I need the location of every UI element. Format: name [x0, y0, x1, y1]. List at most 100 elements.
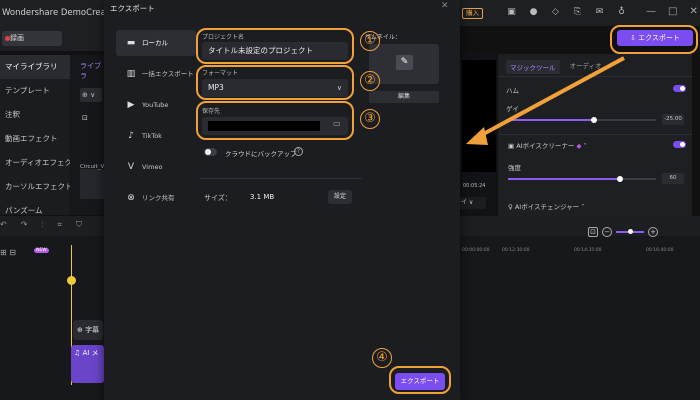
preview-select[interactable]: イ ∨ — [458, 197, 486, 209]
highlight-format — [196, 65, 354, 100]
split-icon[interactable]: ⫶ — [41, 220, 43, 230]
edit-thumbnail-button[interactable]: 編集 — [369, 91, 439, 103]
left-nav: マイライブラリ テンプレート 注釈 動画エフェクト オーディオエフェクト カーソ… — [0, 55, 70, 215]
gain-value[interactable]: -25.00 — [662, 114, 684, 125]
strength-value[interactable]: 60 — [662, 173, 684, 184]
gain-label: ゲイ — [506, 105, 519, 113]
ai-cleaner-label: ▣ AIボイスクリーナー ◆ ˄ — [508, 142, 587, 150]
fit-icon[interactable]: ⊡ — [588, 227, 598, 237]
target-local[interactable]: ▬ ローカル — [116, 30, 196, 56]
ai-changer-label[interactable]: ♀ AIボイスチェンジャー ˅ — [508, 201, 585, 211]
zoom-knob[interactable] — [628, 229, 633, 234]
youtube-icon: ▶ — [127, 100, 135, 110]
cloud-backup-toggle[interactable] — [204, 148, 217, 156]
monitor-icon: ▬ — [126, 38, 136, 48]
gain-slider-knob[interactable] — [591, 117, 597, 123]
dialog-close-icon[interactable]: ✕ — [441, 1, 449, 11]
ruler-tick: 00:00:00:00 — [462, 248, 490, 253]
zoom-out-icon[interactable]: − — [602, 227, 612, 237]
maximize-icon[interactable]: □ — [668, 6, 677, 17]
tab-divider — [498, 76, 692, 77]
bulb-icon[interactable]: ♁ — [616, 7, 627, 18]
right-panel: マジックツール オーディオ ハム ゲイ -25.00 ▣ AIボイスクリーナー … — [498, 54, 692, 216]
grid-icon: ▥ — [126, 69, 136, 79]
step-4-label: ④ — [372, 348, 392, 368]
preview-time: 00:05:24 — [463, 183, 486, 189]
nav-item-library[interactable]: マイライブラリ — [0, 55, 70, 79]
pencil-icon[interactable]: ✎ — [396, 55, 413, 70]
hum-toggle[interactable] — [673, 85, 686, 92]
vimeo-icon: V — [127, 162, 135, 172]
size-label: サイズ： — [204, 194, 232, 202]
target-batch[interactable]: ▥ 一括エクスポート — [116, 61, 196, 87]
gain-slider-fill — [506, 119, 594, 121]
target-tiktok-label: TikTok — [142, 132, 162, 140]
preview-canvas — [462, 60, 496, 172]
learn-icon[interactable]: ◇ — [550, 7, 561, 18]
message-icon[interactable]: ✉ — [594, 7, 605, 18]
highlight-project-name — [196, 28, 354, 64]
audio-clip[interactable]: ♫ AI メ — [71, 345, 104, 383]
text-clip-label: 字幕 — [85, 326, 100, 334]
ai-cleaner-toggle[interactable] — [673, 141, 686, 148]
track-menu-icon[interactable]: ⊟ — [9, 248, 16, 257]
timeline-tools: ↶ ↷ ⫶ ⌗ ⛉ — [0, 220, 82, 230]
diamond-icon: ◆ — [576, 142, 582, 150]
ai-changer-text: AIボイスチェンジャー — [514, 203, 580, 211]
target-vimeo-label: Vimeo — [142, 163, 163, 171]
strength-slider-knob[interactable] — [617, 176, 623, 182]
help-icon[interactable]: ? — [294, 147, 303, 156]
dialog-title: エクスポート — [110, 4, 155, 13]
text-clip[interactable]: ⊕ 字幕 — [73, 320, 103, 340]
target-youtube[interactable]: ▶ YouTube — [116, 92, 196, 118]
crop-icon[interactable]: ⌗ — [57, 220, 62, 230]
step-3-label: ③ — [360, 109, 380, 129]
tiktok-icon: ♪ — [128, 131, 134, 141]
size-value: 3.1 MB — [250, 193, 275, 201]
close-icon[interactable]: ✕ — [689, 6, 697, 17]
target-vimeo[interactable]: V Vimeo — [116, 154, 196, 180]
target-link-share[interactable]: ⊗ リンク共有 — [116, 185, 196, 211]
redo-icon[interactable]: ↷ — [21, 220, 28, 230]
target-link-share-label: リンク共有 — [142, 194, 175, 202]
tab-magic-tools[interactable]: マジックツール — [506, 60, 560, 74]
buy-button[interactable]: 購入 — [462, 8, 483, 19]
dialog-divider — [200, 178, 362, 179]
zoom-in-icon[interactable]: + — [648, 227, 658, 237]
target-tiktok[interactable]: ♪ TikTok — [116, 123, 196, 149]
settings-button[interactable]: 設定 — [328, 190, 352, 204]
zoom-slider[interactable] — [616, 229, 644, 234]
highlight-export-button — [389, 366, 451, 394]
target-batch-label: 一括エクスポート — [142, 70, 194, 78]
ruler-tick: 00:12:30:00 — [502, 248, 530, 253]
window-controls: — □ ✕ — [646, 6, 698, 17]
media-file-name: Circuit_V — [80, 164, 105, 170]
record-button[interactable]: 録画 — [2, 31, 62, 46]
section-divider — [498, 134, 692, 135]
feedback-icon[interactable]: ⎘ — [572, 7, 583, 18]
strength-label: 強度 — [508, 164, 521, 172]
target-youtube-label: YouTube — [142, 101, 169, 109]
media-tab[interactable]: ライブラ — [80, 61, 104, 81]
highlight-header-export — [610, 25, 698, 54]
nav-item-annotations[interactable]: 注釈 — [0, 103, 70, 127]
minimize-icon[interactable]: — — [646, 6, 656, 17]
media-icon[interactable]: ▣ — [506, 7, 517, 18]
nav-item-templates[interactable]: テンプレート — [0, 79, 70, 103]
tab-audio[interactable]: オーディオ — [570, 60, 602, 74]
record-bar: 録画 — [0, 26, 110, 51]
media-thumb-icon: ⊡ — [82, 114, 88, 122]
undo-icon[interactable]: ↶ — [0, 220, 7, 230]
shield-icon[interactable]: ⛉ — [76, 220, 82, 230]
title-icons: ▣ ● ◇ ⎘ ✉ ♁ — [506, 7, 627, 18]
media-thumbnail[interactable] — [80, 169, 104, 199]
media-import-icon[interactable]: ⊕ ∨ — [80, 88, 102, 102]
nav-item-audio-effects[interactable]: オーディオエフェクト — [0, 151, 70, 175]
marker-icon[interactable] — [67, 276, 76, 285]
cloud-backup-label: クラウドにバックアップ — [225, 150, 297, 158]
link-share-icon: ⊗ — [127, 193, 135, 203]
nav-item-video-effects[interactable]: 動画エフェクト — [0, 127, 70, 151]
nav-item-cursor-effects[interactable]: カーソルエフェクト — [0, 175, 70, 199]
add-track-icon[interactable]: ⊞ — [0, 248, 7, 257]
account-icon[interactable]: ● — [528, 7, 539, 18]
